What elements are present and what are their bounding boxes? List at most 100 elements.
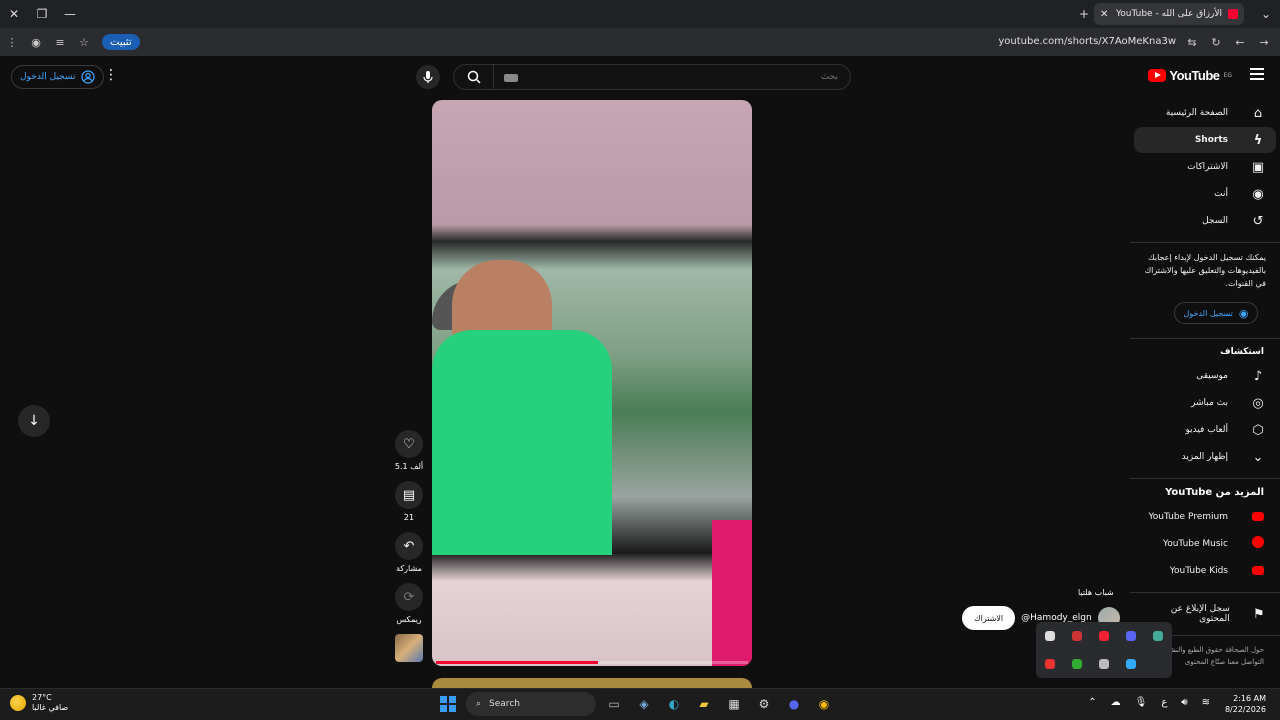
app-tray-icon[interactable] (1044, 659, 1055, 669)
time: 2:16 AM (1233, 694, 1266, 703)
sidebar-label: السجل (1202, 216, 1228, 226)
back-icon[interactable]: ← (1228, 28, 1252, 56)
youtube-logo[interactable]: YouTube EG (1148, 68, 1232, 83)
bookmark-star-icon[interactable]: ☆ (72, 28, 96, 56)
remix-button[interactable]: ⟳ (395, 583, 423, 611)
chevron-up-icon[interactable]: ⌃ (1088, 697, 1096, 708)
widgets-icon[interactable]: ◈ (632, 692, 656, 716)
weather-widget[interactable]: 27°C صافي غالبا (10, 693, 68, 713)
menu-dots-icon[interactable]: ⋮ (0, 28, 24, 56)
youtube-play-icon (1148, 69, 1167, 82)
discord-icon[interactable]: ● (782, 692, 806, 716)
sound-avatar[interactable] (395, 634, 423, 662)
pin-button[interactable]: تثبيت (102, 34, 140, 50)
signin-label: تسجيل الدخول (20, 72, 76, 82)
youtube-music-icon (1246, 536, 1270, 552)
volume-icon[interactable]: 🔊︎ (1181, 697, 1187, 708)
close-window-icon[interactable]: ✕ (0, 0, 28, 28)
reload-icon[interactable]: ↻ (1204, 28, 1228, 56)
share-button[interactable]: ↶ (395, 532, 423, 560)
wifi-icon[interactable]: ≋ (1202, 697, 1210, 708)
date: 8/22/2026 (1224, 705, 1266, 714)
sidebar-label: Shorts (1194, 135, 1228, 145)
sidebar-item-kids[interactable]: YouTube Kids (1134, 558, 1276, 584)
video-frame-shirt (432, 330, 612, 555)
restore-window-icon[interactable]: ❐ (28, 0, 56, 28)
sidebar-item-you[interactable]: ◉ أنت (1134, 181, 1276, 207)
edge-icon[interactable]: ◐ (662, 692, 686, 716)
sidebar-item-history[interactable]: ↺ السجل (1134, 208, 1276, 234)
sidebar-signin-button[interactable]: ◉ تسجيل الدخول (1174, 302, 1258, 324)
sidebar-item-premium[interactable]: YouTube Premium (1134, 504, 1276, 530)
like-count: 5.1 ألف (394, 462, 424, 471)
more-title: المزيد من YouTube (1165, 487, 1264, 498)
taskbar-search-label: Search (489, 699, 520, 709)
signin-button[interactable]: تسجيل الدخول (11, 65, 105, 89)
store-icon[interactable]: ▦ (722, 692, 746, 716)
browser-tab[interactable]: الأرزاق على الله - YouTube ✕ (1094, 3, 1244, 25)
sidebar-item-show-more[interactable]: ⌄ إظهار المزيد (1134, 444, 1276, 470)
explore-title: استكشاف (1220, 347, 1264, 357)
taskbar-search[interactable]: ⌕ Search (466, 692, 596, 716)
profile-icon[interactable]: ◉ (24, 28, 48, 56)
sidebar-label: أنت (1214, 189, 1228, 199)
sidebar-item-music-app[interactable]: YouTube Music (1134, 531, 1276, 557)
app-tray-icon[interactable] (1126, 659, 1137, 669)
app-tray-icon[interactable] (1098, 631, 1109, 641)
sidebar-item-shorts[interactable]: ϟ Shorts (1134, 127, 1276, 153)
video-frame-pink (712, 520, 752, 666)
home-icon: ⌂ (1253, 105, 1263, 121)
site-settings-icon[interactable]: ⇆ (1180, 28, 1204, 56)
cloud-icon[interactable]: ☁ (1111, 697, 1121, 708)
keyboard-icon[interactable] (504, 74, 518, 82)
sidebar-item-live[interactable]: ◎ بث مباشر (1134, 390, 1276, 416)
mic-icon[interactable]: 🎙︎ (1135, 697, 1148, 708)
app-tray-icon[interactable] (1071, 631, 1082, 641)
task-view-icon[interactable]: ▭ (602, 692, 626, 716)
tray-empty-slot (1153, 659, 1163, 669)
sidebar-item-home[interactable]: ⌂ الصفحة الرئيسية (1134, 100, 1276, 126)
hamburger-menu-icon[interactable] (1250, 68, 1264, 80)
subscribe-button[interactable]: الاشتراك (962, 606, 1016, 630)
search-input[interactable] (494, 72, 850, 82)
sidebar-item-gaming[interactable]: ⬡ ألعاب فيديو (1134, 417, 1276, 443)
discord-tray-icon[interactable] (1126, 631, 1137, 641)
app-tray-icon[interactable] (1098, 659, 1109, 669)
progress-bar[interactable] (436, 661, 598, 664)
sidebar-label: YouTube Music (1162, 539, 1228, 549)
app-icon[interactable]: ⚙ (752, 692, 776, 716)
account-icon (81, 70, 96, 84)
youtube-favicon-icon (1228, 9, 1238, 19)
tab-search-icon[interactable]: ⌄ (1252, 0, 1280, 28)
url-field[interactable]: youtube.com/shorts/X7AoMeKna3w (998, 36, 1176, 47)
close-tab-icon[interactable]: ✕ (1100, 9, 1108, 20)
next-short-button[interactable]: ↓ (18, 405, 50, 437)
voice-search-button[interactable] (416, 65, 440, 89)
history-icon: ↺ (1252, 213, 1264, 229)
clock[interactable]: 2:16 AM 8/22/2026 (1225, 693, 1266, 715)
language-icon[interactable]: ع (1161, 697, 1167, 708)
remix-label: ريمكس (396, 615, 422, 624)
reading-list-icon[interactable]: ≡ (48, 28, 72, 56)
pin-label: تثبيت (110, 36, 132, 48)
sidebar-item-subscriptions[interactable]: ▣ الاشتراكات (1134, 154, 1276, 180)
minimize-window-icon[interactable]: — (56, 0, 84, 28)
forward-icon[interactable]: → (1252, 28, 1276, 56)
comments-button[interactable]: ▤ (395, 481, 423, 509)
channel-tag: شباب هلتيا (1078, 588, 1114, 597)
sidebar-item-music[interactable]: ♪ موسيقى (1134, 363, 1276, 389)
chevron-down-icon: ⌄ (1252, 449, 1264, 465)
like-button[interactable]: ♡ (395, 430, 423, 458)
start-icon[interactable] (436, 692, 460, 716)
settings-dots-icon[interactable]: ⋮ (104, 67, 118, 83)
app-tray-icon[interactable] (1153, 631, 1164, 641)
app-tray-icon[interactable] (1071, 659, 1082, 669)
shorts-video-player[interactable] (432, 100, 752, 666)
search-button[interactable] (454, 65, 494, 89)
sidebar-label: إظهار المزيد (1181, 452, 1228, 462)
search-box (453, 64, 851, 90)
sidebar-label: موسيقى (1196, 371, 1228, 381)
app-tray-icon[interactable] (1044, 631, 1055, 641)
file-explorer-icon[interactable]: ▰ (692, 692, 716, 716)
chrome-icon[interactable]: ◉ (812, 692, 836, 716)
